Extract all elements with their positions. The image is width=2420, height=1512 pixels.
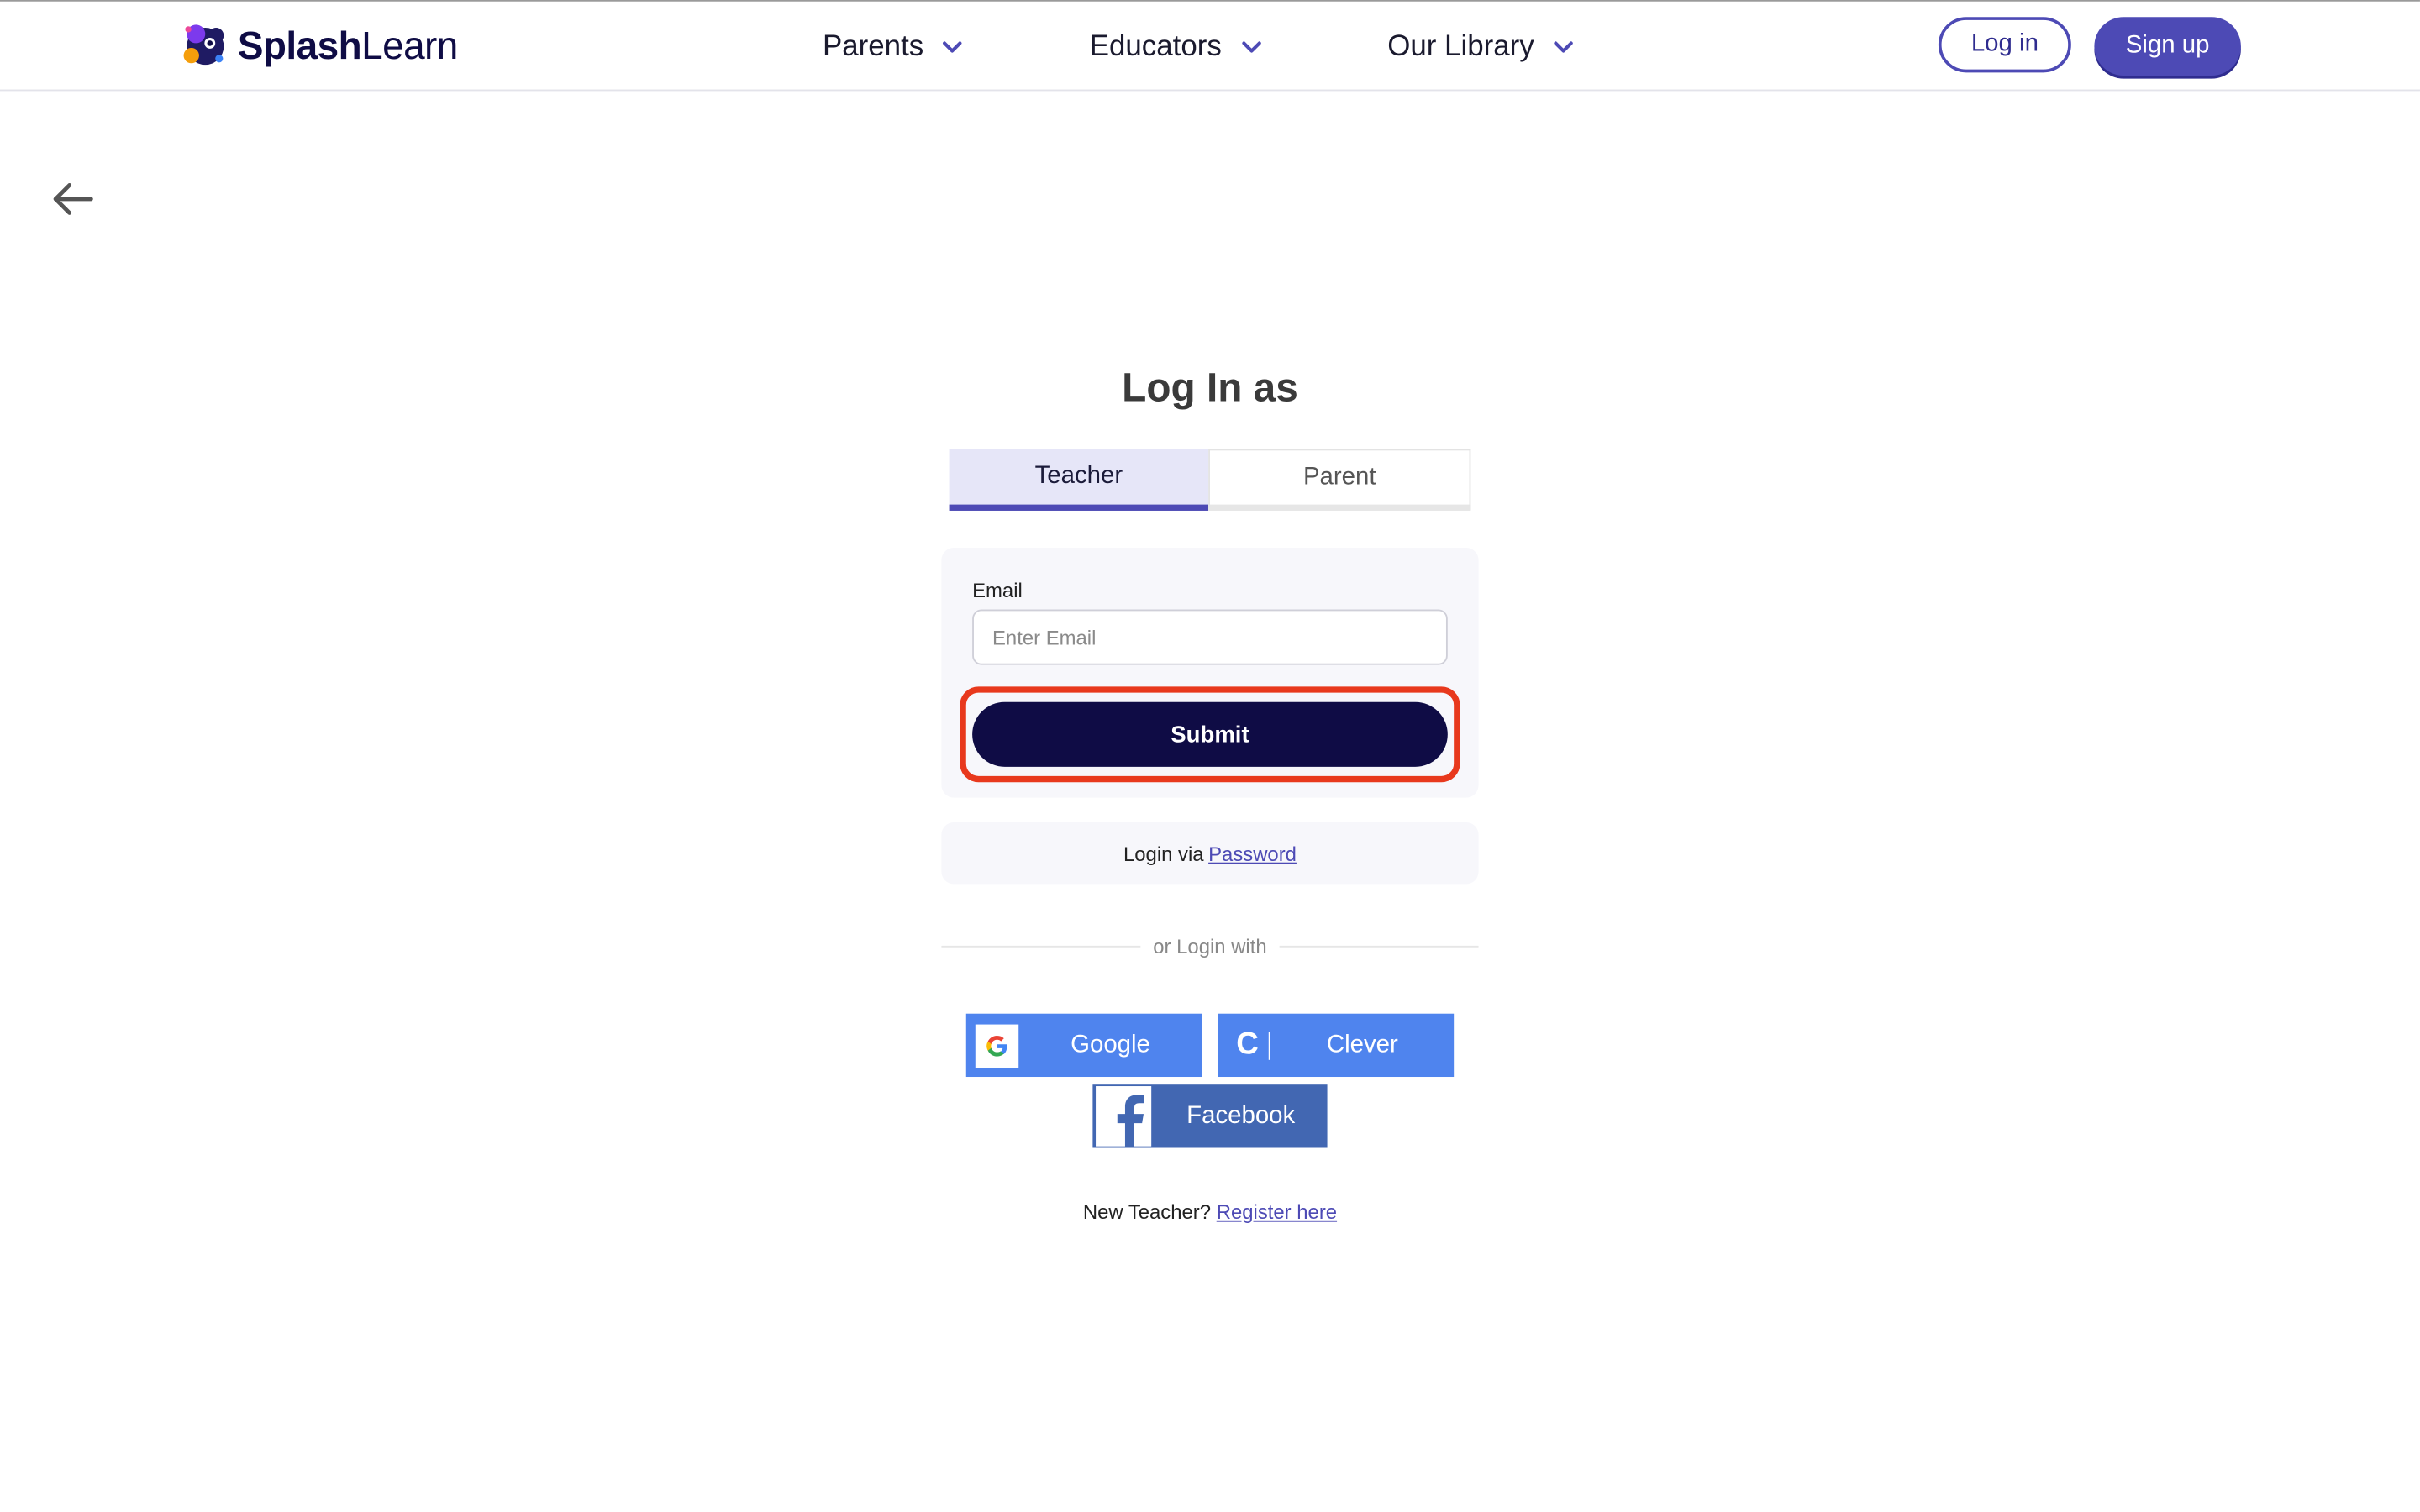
chevron-down-icon xyxy=(1554,41,1573,53)
splashlearn-logo-icon xyxy=(183,24,224,66)
login-via-password: Login via Password xyxy=(941,822,1479,885)
tab-parent[interactable]: Parent xyxy=(1208,449,1471,511)
logo-text-bold: Splash xyxy=(237,24,362,67)
nav-parents-label: Parents xyxy=(822,30,924,64)
google-icon xyxy=(975,1023,1019,1068)
nav-parents[interactable]: Parents xyxy=(823,26,964,69)
header-signup-button[interactable]: Sign up xyxy=(2094,17,2241,76)
register-link[interactable]: Register here xyxy=(1217,1200,1337,1224)
site-header: SplashLearn Parents Educators Our Librar… xyxy=(0,1,2420,92)
divider-line-right xyxy=(1279,944,1479,947)
role-tabs: Teacher Parent xyxy=(949,449,1471,511)
email-input[interactable] xyxy=(972,609,1448,665)
nav-educators-label: Educators xyxy=(1089,30,1222,64)
submit-button[interactable]: Submit xyxy=(972,701,1448,767)
chevron-down-icon xyxy=(943,41,963,53)
password-link[interactable]: Password xyxy=(1208,842,1297,865)
nav-our-library[interactable]: Our Library xyxy=(1387,26,1574,69)
clever-label: Clever xyxy=(1326,1031,1398,1058)
nav-educators[interactable]: Educators xyxy=(1090,26,1262,69)
register-row: New Teacher? Register here xyxy=(0,1200,2420,1224)
clever-login-button[interactable]: C Clever xyxy=(1218,1013,1455,1078)
register-prefix: New Teacher? xyxy=(1082,1200,1212,1224)
login-form-card: Email Submit xyxy=(941,548,1479,798)
google-login-button[interactable]: Google xyxy=(965,1013,1202,1078)
login-via-label: Login via xyxy=(1123,841,1204,865)
email-label: Email xyxy=(972,578,1023,602)
page: SplashLearn Parents Educators Our Librar… xyxy=(0,0,2420,1512)
splashlearn-logo[interactable]: SplashLearn xyxy=(176,18,459,74)
header-login-button[interactable]: Log in xyxy=(1938,17,2071,73)
facebook-icon xyxy=(1092,1084,1154,1148)
divider-text: or Login with xyxy=(1153,934,1267,958)
facebook-login-button[interactable]: Facebook xyxy=(1092,1084,1328,1148)
divider-line-left xyxy=(941,944,1141,947)
page-title: Log In as xyxy=(1122,364,1298,411)
or-login-with-divider: or Login with xyxy=(941,932,1479,959)
tab-teacher[interactable]: Teacher xyxy=(949,449,1209,511)
google-label: Google xyxy=(1071,1031,1150,1058)
chevron-down-icon xyxy=(1241,41,1260,53)
facebook-label: Facebook xyxy=(1186,1102,1296,1129)
logo-text: SplashLearn xyxy=(237,24,459,68)
logo-text-regular: Learn xyxy=(361,24,458,67)
back-arrow-icon[interactable] xyxy=(50,179,96,219)
nav-our-library-label: Our Library xyxy=(1387,30,1534,64)
clever-icon: C xyxy=(1236,1027,1259,1062)
